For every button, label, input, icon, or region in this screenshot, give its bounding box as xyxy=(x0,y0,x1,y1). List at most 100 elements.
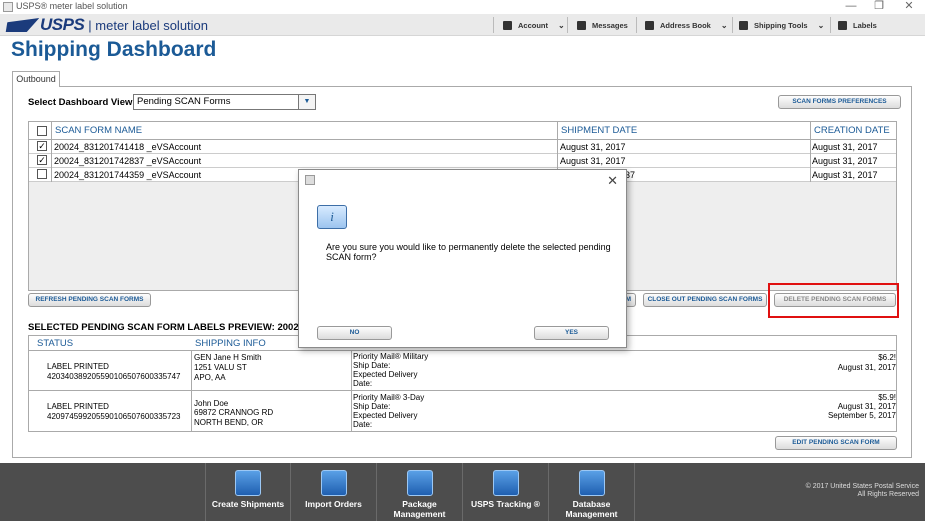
nav-account-label: Account xyxy=(518,20,548,30)
dashboard-view-value: Pending SCAN Forms xyxy=(137,96,231,107)
no-button[interactable]: NO xyxy=(317,326,392,340)
nav-labels-label: Labels xyxy=(853,20,877,30)
window-title-bar: USPS® meter label solution — ❐ ✕ xyxy=(0,0,925,14)
nav-divider xyxy=(732,17,733,33)
shipment-date: August 31, 2017 xyxy=(560,142,626,152)
label-status: LABEL PRINTED xyxy=(47,362,109,371)
nav-create-shipments-label: Create Shipments xyxy=(211,499,285,509)
column-divider xyxy=(810,122,811,182)
address-line: 69872 CRANNOG RD xyxy=(194,408,274,417)
nav-create-shipments[interactable]: Create Shipments xyxy=(205,463,291,521)
row-checkbox[interactable] xyxy=(37,169,47,179)
tracking-number: 420340389205590106507600335747 xyxy=(47,372,181,381)
dashboard-view-select[interactable]: Pending SCAN Forms ▼ xyxy=(133,94,316,110)
nav-database-management[interactable]: Database Management xyxy=(549,463,635,521)
nav-account[interactable]: Account ⌄ xyxy=(503,14,565,36)
nav-messages[interactable]: Messages xyxy=(577,14,628,36)
usps-logo: USPS | meter label solution xyxy=(6,15,208,35)
address-book-icon xyxy=(645,20,654,30)
nav-import-orders[interactable]: Import Orders xyxy=(291,463,377,521)
date-label: Date: xyxy=(353,379,373,388)
ship-date: August 31, 2017 xyxy=(837,363,896,372)
tab-outbound[interactable]: Outbound xyxy=(12,71,60,87)
preview-table: STATUS SHIPPING INFO LABEL PRINTED 42034… xyxy=(28,335,897,432)
select-all-checkbox[interactable] xyxy=(37,126,47,136)
creation-date: August 31, 2017 xyxy=(812,142,878,152)
create-shipments-icon xyxy=(235,470,261,496)
column-divider xyxy=(351,351,352,391)
table-row[interactable]: LABEL PRINTED 42097459920559010650760033… xyxy=(29,390,896,432)
col-scan-form-name[interactable]: SCAN FORM NAME xyxy=(55,125,142,136)
table-row[interactable]: LABEL PRINTED 42034038920559010650760033… xyxy=(29,350,896,391)
col-status: STATUS xyxy=(37,338,74,349)
nav-address-book-label: Address Book xyxy=(660,20,711,30)
product-name: | meter label solution xyxy=(88,17,209,33)
yes-button[interactable]: YES xyxy=(534,326,609,340)
dropdown-arrow-icon[interactable]: ▼ xyxy=(298,95,315,109)
chevron-down-icon: ⌄ xyxy=(558,20,565,30)
row-checkbox[interactable]: ✓ xyxy=(37,155,47,165)
close-window-button[interactable]: ✕ xyxy=(895,0,923,14)
creation-date: August 31, 2017 xyxy=(812,156,878,166)
nav-import-orders-label: Import Orders xyxy=(305,499,362,509)
app-header: USPS | meter label solution Account ⌄ Me… xyxy=(0,14,925,36)
close-icon[interactable]: ✕ xyxy=(607,173,618,189)
scan-forms-preferences-button[interactable]: SCAN FORMS PREFERENCES xyxy=(778,95,901,109)
tools-icon xyxy=(739,20,748,30)
nav-package-management-label: Package Management xyxy=(393,499,446,519)
window-title: USPS® meter label solution xyxy=(16,1,128,11)
user-icon xyxy=(503,20,512,30)
chevron-down-icon: ⌄ xyxy=(720,20,728,30)
tracking-icon xyxy=(492,470,519,496)
col-creation-date[interactable]: CREATION DATE xyxy=(814,125,890,136)
envelope-icon xyxy=(577,20,586,30)
label-status: LABEL PRINTED xyxy=(47,402,109,411)
app-icon xyxy=(3,2,13,12)
table-row[interactable]: ✓ 20024_831201741418 _eVSAccount August … xyxy=(29,140,896,154)
scan-form-name: 20024_831201744359 _eVSAccount xyxy=(54,170,202,180)
database-icon xyxy=(578,470,605,496)
eagle-icon xyxy=(3,18,40,32)
highlight-box xyxy=(768,283,899,318)
nav-divider xyxy=(636,17,637,33)
refresh-pending-scan-forms-button[interactable]: REFRESH PENDING SCAN FORMS xyxy=(28,293,151,307)
nav-address-book[interactable]: Address Book ⌄ xyxy=(645,14,728,36)
minimize-button[interactable]: — xyxy=(837,0,865,14)
close-out-pending-scan-forms-button[interactable]: CLOSE OUT PENDING SCAN FORMS xyxy=(643,293,767,307)
copyright-line: © 2017 United States Postal Service xyxy=(805,483,919,490)
nav-shipping-tools[interactable]: Shipping Tools ⌄ xyxy=(739,14,824,36)
info-icon: i xyxy=(317,205,347,229)
edit-pending-scan-form-button[interactable]: EDIT PENDING SCAN FORM xyxy=(775,436,897,450)
nav-labels[interactable]: Labels xyxy=(838,14,877,36)
nav-usps-tracking[interactable]: USPS Tracking ® xyxy=(463,463,549,521)
nav-divider xyxy=(493,17,494,33)
column-divider xyxy=(51,122,52,182)
scan-form-name: 20024_831201742837 _eVSAccount xyxy=(54,156,202,166)
logo-text: USPS xyxy=(40,15,85,34)
creation-date: August 31, 2017 xyxy=(812,170,878,180)
column-divider xyxy=(191,391,192,432)
copyright: © 2017 United States Postal Service All … xyxy=(806,483,919,499)
expected-delivery: September 5, 2017 xyxy=(827,411,896,420)
table-header: SCAN FORM NAME SHIPMENT DATE CREATION DA… xyxy=(29,122,896,140)
scan-form-name: 20024_831201741418 _eVSAccount xyxy=(54,142,202,152)
nav-package-management[interactable]: Package Management xyxy=(377,463,463,521)
nav-database-management-label: Database Management xyxy=(565,499,618,519)
col-shipment-date[interactable]: SHIPMENT DATE xyxy=(561,125,637,136)
dashboard-view-label: Select Dashboard View: xyxy=(28,97,136,108)
dialog-app-icon xyxy=(305,175,315,185)
nav-messages-label: Messages xyxy=(592,20,628,30)
import-orders-icon xyxy=(320,470,347,496)
preview-title: SELECTED PENDING SCAN FORM LABELS PREVIE… xyxy=(28,322,320,333)
date-label: Date: xyxy=(353,420,373,429)
nav-usps-tracking-label: USPS Tracking ® xyxy=(470,499,541,509)
restore-button[interactable]: ❐ xyxy=(865,0,893,14)
tracking-number: 420974599205590106507600335723 xyxy=(47,412,181,421)
package-management-icon xyxy=(406,470,433,496)
col-shipping-info: SHIPPING INFO xyxy=(195,338,266,349)
nav-divider xyxy=(567,17,568,33)
row-checkbox[interactable]: ✓ xyxy=(37,141,47,151)
address-line: GEN Jane H Smith xyxy=(194,353,262,362)
table-row[interactable]: ✓ 20024_831201742837 _eVSAccount August … xyxy=(29,154,896,168)
dialog-message: Are you sure you would like to permanent… xyxy=(326,242,611,262)
